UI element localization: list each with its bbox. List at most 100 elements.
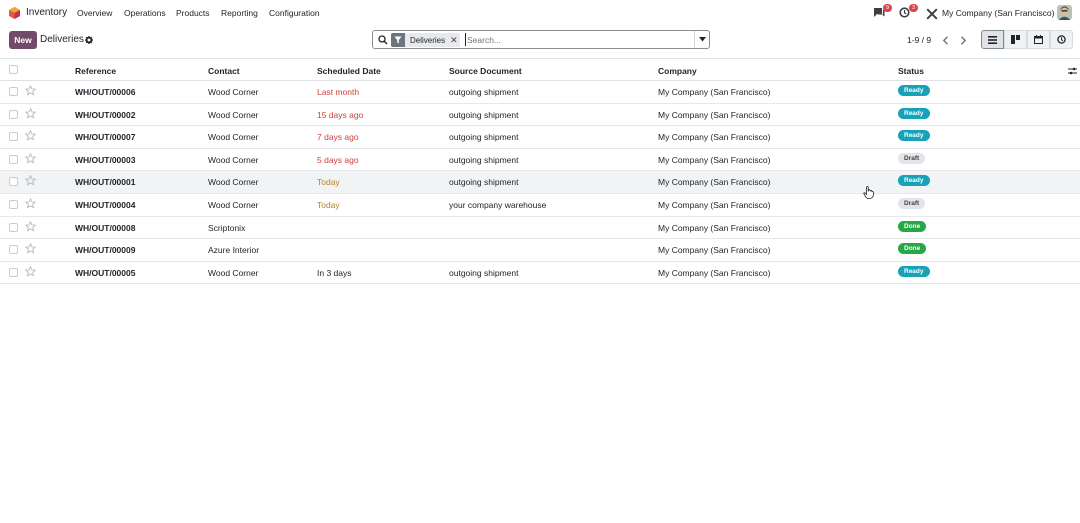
- table-header: Reference Contact Scheduled Date Source …: [0, 58, 1080, 81]
- row-checkbox[interactable]: [9, 109, 18, 119]
- status-badge: Done: [898, 220, 927, 232]
- pager-next[interactable]: [954, 31, 972, 49]
- table-row[interactable]: WH/OUT/00007 Wood Corner 7 days ago outgoin…: [0, 126, 1080, 149]
- table-row[interactable]: WH/OUT/00004 Wood Corner Today your company…: [0, 194, 1080, 217]
- top-navbar: Inventory Overview Operations Products R…: [0, 0, 1080, 26]
- column-source-document[interactable]: Source Document: [449, 66, 522, 76]
- avatar-image: [1057, 5, 1072, 20]
- row-checkbox[interactable]: [9, 267, 18, 277]
- cell-contact: Wood Corner: [208, 154, 259, 165]
- cell-company: My Company (San Francisco): [658, 267, 771, 278]
- cell-source-document: outgoing shipment: [449, 132, 519, 143]
- star-icon[interactable]: [25, 175, 36, 186]
- pager-value[interactable]: 1-9 / 9: [907, 35, 931, 45]
- menu-overview[interactable]: Overview: [77, 8, 112, 18]
- new-button[interactable]: New: [9, 31, 37, 49]
- row-checkbox[interactable]: [9, 154, 18, 164]
- table-row[interactable]: WH/OUT/00001 Wood Corner Today outgoing shi…: [0, 171, 1080, 194]
- star-icon[interactable]: [25, 85, 36, 96]
- search-facet: Deliveries ✕: [391, 33, 461, 47]
- search-options-toggle[interactable]: [694, 31, 709, 48]
- star-icon[interactable]: [25, 152, 36, 164]
- gear-icon[interactable]: [85, 36, 93, 44]
- caret-down-icon: [698, 37, 706, 42]
- row-checkbox[interactable]: [9, 87, 18, 96]
- cell-reference: WH/OUT/00005: [75, 267, 136, 278]
- cell-company: My Company (San Francisco): [658, 222, 771, 233]
- page-title: Deliveries: [40, 34, 84, 45]
- cell-scheduled-date: Last month: [317, 87, 360, 97]
- cell-source-document: outgoing shipment: [449, 267, 519, 278]
- cell-company: My Company (San Francisco): [658, 245, 771, 256]
- pager-previous[interactable]: [936, 31, 954, 49]
- kanban-icon: [1011, 35, 1020, 44]
- app-name[interactable]: Inventory: [26, 7, 67, 18]
- activities-count-badge: 3: [909, 4, 918, 12]
- cell-scheduled-date: Today: [317, 177, 340, 188]
- messages-count-badge: 9: [883, 4, 892, 12]
- star-icon[interactable]: [25, 130, 36, 141]
- status-badge: Ready: [898, 130, 930, 142]
- user-avatar[interactable]: [1057, 5, 1072, 20]
- cell-contact: Wood Corner: [208, 132, 259, 143]
- star-icon[interactable]: [25, 220, 36, 232]
- cell-scheduled-date: 15 days ago: [317, 109, 364, 120]
- select-all-checkbox[interactable]: [9, 65, 18, 74]
- status-badge: Ready: [898, 265, 930, 277]
- activity-view-button[interactable]: [1050, 30, 1073, 49]
- row-checkbox[interactable]: [9, 199, 18, 209]
- inventory-app-icon[interactable]: [9, 7, 20, 19]
- facet-label: Deliveries: [410, 35, 446, 45]
- table-row[interactable]: WH/OUT/00005 Wood Corner In 3 days outgoing…: [0, 262, 1080, 285]
- table-row[interactable]: WH/OUT/00003 Wood Corner 5 days ago outgoin…: [0, 149, 1080, 172]
- star-icon[interactable]: [25, 265, 36, 277]
- activities-systray[interactable]: 3: [899, 4, 918, 19]
- list-view-button[interactable]: [981, 30, 1004, 49]
- column-company[interactable]: Company: [658, 66, 697, 76]
- cell-source-document: outgoing shipment: [449, 87, 519, 97]
- menu-operations[interactable]: Operations: [124, 8, 166, 18]
- menu-configuration[interactable]: Configuration: [269, 8, 320, 18]
- star-icon[interactable]: [25, 197, 36, 209]
- cell-company: My Company (San Francisco): [658, 154, 771, 165]
- cell-scheduled-date: 7 days ago: [317, 132, 359, 143]
- star-icon[interactable]: [25, 107, 36, 119]
- kanban-view-button[interactable]: [1004, 30, 1027, 49]
- row-checkbox[interactable]: [9, 132, 18, 142]
- star-icon[interactable]: [25, 243, 36, 254]
- table-row[interactable]: WH/OUT/00009 Azure Interior My Company (Sa…: [0, 239, 1080, 262]
- close-icon[interactable]: ✕: [450, 35, 460, 46]
- row-checkbox[interactable]: [9, 177, 18, 187]
- cell-reference: WH/OUT/00003: [75, 154, 136, 165]
- chevron-right-icon: [960, 35, 966, 45]
- cell-reference: WH/OUT/00009: [75, 245, 136, 256]
- menu-products[interactable]: Products: [176, 8, 210, 18]
- table-row[interactable]: WH/OUT/00008 Scriptonix My Company (San Fr…: [0, 217, 1080, 240]
- calendar-icon: [1034, 35, 1043, 44]
- search-icon[interactable]: [378, 35, 388, 45]
- company-switcher[interactable]: My Company (San Francisco): [942, 8, 1054, 18]
- menu-reporting[interactable]: Reporting: [221, 8, 258, 18]
- cell-reference: WH/OUT/00002: [75, 109, 136, 120]
- tools-icon[interactable]: [925, 8, 939, 20]
- cell-company: My Company (San Francisco): [658, 177, 771, 188]
- column-reference[interactable]: Reference: [75, 66, 116, 76]
- status-badge: Ready: [898, 85, 930, 96]
- hand-cursor-icon: [863, 186, 874, 199]
- calendar-view-button[interactable]: [1027, 30, 1050, 49]
- row-checkbox[interactable]: [9, 245, 18, 255]
- search-input[interactable]: [465, 33, 690, 46]
- column-settings-icon[interactable]: [1068, 67, 1077, 75]
- column-scheduled-date[interactable]: Scheduled Date: [317, 66, 381, 76]
- table-row[interactable]: WH/OUT/00006 Wood Corner Last month outgoin…: [0, 81, 1080, 104]
- messages-systray[interactable]: 9: [873, 4, 892, 19]
- column-contact[interactable]: Contact: [208, 66, 240, 76]
- row-checkbox[interactable]: [9, 222, 18, 232]
- cell-reference: WH/OUT/00004: [75, 199, 136, 210]
- cell-company: My Company (San Francisco): [658, 87, 771, 97]
- column-status[interactable]: Status: [898, 66, 924, 76]
- table-body: WH/OUT/00006 Wood Corner Last month outgoin…: [0, 81, 1080, 285]
- cell-contact: Wood Corner: [208, 177, 259, 188]
- table-row[interactable]: WH/OUT/00002 Wood Corner 15 days ago outgoi…: [0, 104, 1080, 127]
- status-badge: Done: [898, 243, 927, 255]
